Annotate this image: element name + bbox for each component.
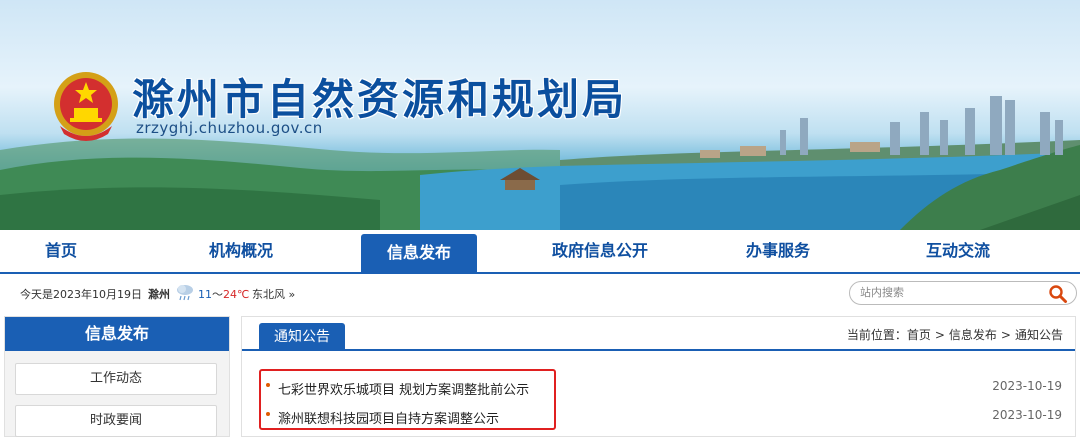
breadcrumb-prefix: 当前位置： (846, 328, 907, 342)
bullet-icon (266, 383, 270, 387)
search-input[interactable] (860, 285, 1040, 301)
list-item: 七彩世界欢乐城项目 规划方案调整批前公示 2023-10-19 (262, 376, 1062, 400)
breadcrumb-separator: > (934, 328, 945, 342)
content-header: 通知公告 当前位置：首页 > 信息发布 > 通知公告 (242, 317, 1075, 351)
breadcrumb: 当前位置：首页 > 信息发布 > 通知公告 (847, 326, 1063, 343)
nav-info-release[interactable]: 信息发布 (361, 234, 477, 274)
nav-interaction[interactable]: 互动交流 (905, 230, 1011, 272)
breadcrumb-separator: > (1000, 328, 1011, 342)
notice-title-link[interactable]: 七彩世界欢乐城项目 规划方案调整批前公示 (278, 379, 529, 398)
breadcrumb-home[interactable]: 首页 (907, 328, 931, 342)
nav-services[interactable]: 办事服务 (725, 230, 831, 272)
national-emblem-icon (54, 72, 118, 141)
site-title: 滁州市自然资源和规划局 (132, 75, 628, 124)
nav-about[interactable]: 机构概况 (188, 230, 294, 272)
site-search (849, 281, 1077, 305)
temp-high: 24℃ (223, 288, 250, 301)
site-url: zrzyghj.chuzhou.gov.cn (136, 119, 323, 137)
weather-city: 滁州 (148, 288, 170, 301)
cloud-rain-icon (177, 285, 193, 301)
sidebar-item-work-news[interactable]: 工作动态 (15, 363, 217, 395)
sidebar-item-political-news[interactable]: 时政要闻 (15, 405, 217, 437)
notice-date: 2023-10-19 (992, 408, 1062, 422)
notice-date: 2023-10-19 (992, 379, 1062, 393)
sidebar-title: 信息发布 (5, 317, 229, 351)
nav-gov-info[interactable]: 政府信息公开 (540, 230, 660, 272)
bullet-icon (266, 412, 270, 416)
wind-direction-link[interactable]: 东北风 » (252, 286, 295, 302)
list-item: 滁州联想科技园项目自持方案调整公示 2023-10-19 (262, 405, 1062, 429)
nav-home[interactable]: 首页 (8, 230, 114, 272)
search-icon[interactable] (1048, 284, 1068, 304)
breadcrumb-info-release[interactable]: 信息发布 (949, 328, 997, 342)
main-content: 通知公告 当前位置：首页 > 信息发布 > 通知公告 七彩世界欢乐城项目 规划方案调整批… (241, 316, 1076, 437)
tab-notices[interactable]: 通知公告 (259, 323, 345, 351)
temp-low: 11 (198, 288, 212, 301)
breadcrumb-notices[interactable]: 通知公告 (1015, 328, 1063, 342)
main-navigation: 首页 机构概况 信息发布 政府信息公开 办事服务 互动交流 (0, 230, 1080, 274)
info-bar: 今天是2023年10月19日 滁州 11～24℃ 东北风 » (0, 276, 1080, 312)
current-date: 今天是2023年10月19日 (20, 288, 142, 301)
sidebar: 信息发布 工作动态 时政要闻 (4, 316, 230, 437)
header-banner: 滁州市自然资源和规划局 zrzyghj.chuzhou.gov.cn (0, 0, 1080, 230)
temperature-range: 11～24℃ (198, 286, 249, 302)
temp-separator: ～ (212, 288, 223, 301)
notice-title-link[interactable]: 滁州联想科技园项目自持方案调整公示 (278, 408, 499, 427)
